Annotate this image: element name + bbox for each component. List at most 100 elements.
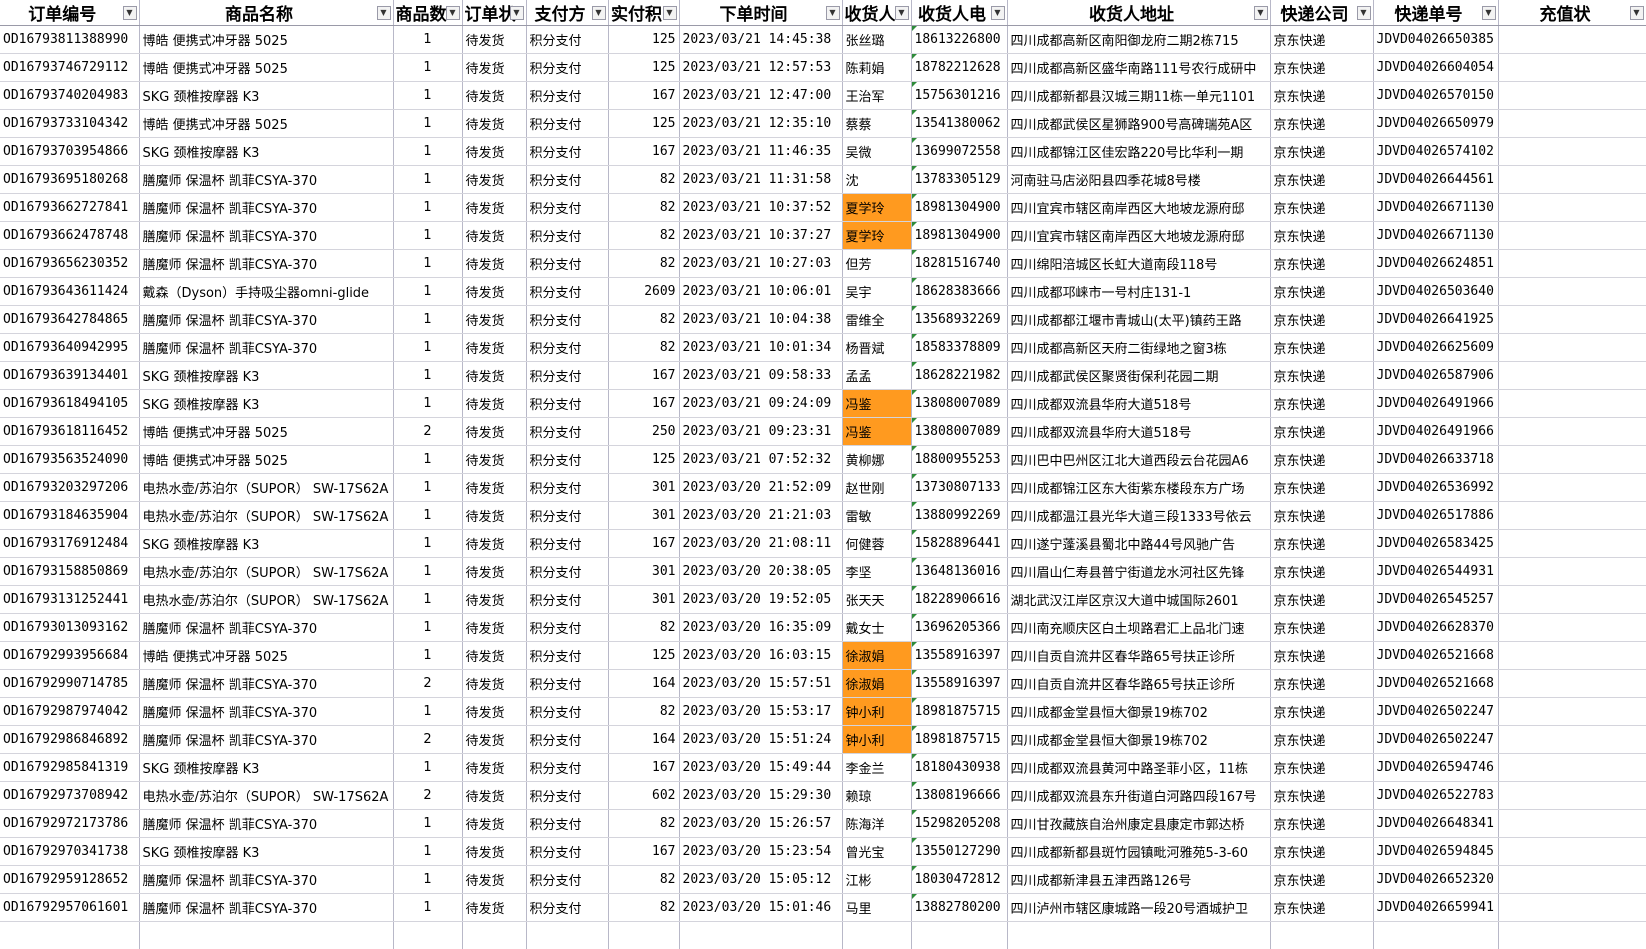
order-time-cell[interactable]: 2023/03/20 20:38:05 [679, 557, 843, 586]
points-paid-cell[interactable]: 82 [608, 249, 680, 278]
courier-cell[interactable]: 京东快递 [1270, 25, 1374, 54]
order-status-cell[interactable]: 待发货 [462, 669, 527, 698]
order-time-cell[interactable]: 2023/03/21 07:52:32 [679, 445, 843, 474]
order-id-cell[interactable]: OD16792993956684 [0, 641, 140, 670]
payment-method-cell[interactable]: 积分支付 [526, 109, 609, 138]
points-paid-cell[interactable]: 82 [608, 221, 680, 250]
recharge-status-cell[interactable] [1498, 669, 1646, 698]
courier-cell[interactable]: 京东快递 [1270, 753, 1374, 782]
empty-cell[interactable] [462, 921, 527, 949]
order-id-cell[interactable]: OD16792972173786 [0, 809, 140, 838]
recharge-status-cell[interactable] [1498, 305, 1646, 334]
recipient-name-cell[interactable]: 陈海洋 [842, 809, 912, 838]
points-paid-cell[interactable]: 82 [608, 165, 680, 194]
order-id-cell[interactable]: OD16793656230352 [0, 249, 140, 278]
recipient-name-cell[interactable]: 张丝璐 [842, 25, 912, 54]
recipient-name-cell[interactable]: 钟小利 [842, 697, 912, 726]
points-paid-cell[interactable]: 125 [608, 53, 680, 82]
recipient-address-cell[interactable]: 河南驻马店泌阳县四季花城8号楼 [1007, 165, 1271, 194]
product-name-cell[interactable]: 膳魔师 保温杯 凯菲CSYA-370 [139, 193, 394, 222]
quantity-cell[interactable]: 1 [393, 109, 463, 138]
tracking-number-cell[interactable]: JDVD04026628370 [1373, 613, 1499, 642]
payment-method-cell[interactable]: 积分支付 [526, 165, 609, 194]
payment-method-cell[interactable]: 积分支付 [526, 809, 609, 838]
recipient-address-cell[interactable]: 四川绵阳涪城区长虹大道南段118号 [1007, 249, 1271, 278]
recharge-status-cell[interactable] [1498, 725, 1646, 754]
payment-method-cell[interactable]: 积分支付 [526, 613, 609, 642]
points-paid-cell[interactable]: 82 [608, 697, 680, 726]
recipient-name-cell[interactable]: 夏学玲 [842, 193, 912, 222]
payment-method-cell[interactable]: 积分支付 [526, 305, 609, 334]
product-name-cell[interactable]: SKG 颈椎按摩器 K3 [139, 837, 394, 866]
recipient-phone-cell[interactable]: 18628383666 [911, 277, 1008, 306]
dropdown-arrow-icon[interactable]: ▼ [1356, 6, 1371, 20]
empty-cell[interactable] [1373, 921, 1499, 949]
order-id-cell[interactable]: OD16793733104342 [0, 109, 140, 138]
payment-method-cell[interactable]: 积分支付 [526, 53, 609, 82]
recipient-address-cell[interactable]: 四川甘孜藏族自治州康定县康定市郭达桥 [1007, 809, 1271, 838]
tracking-number-cell[interactable]: JDVD04026502247 [1373, 725, 1499, 754]
column-header[interactable]: 实付积 ▼ [608, 0, 680, 26]
order-status-cell[interactable]: 待发货 [462, 305, 527, 334]
order-time-cell[interactable]: 2023/03/21 11:31:58 [679, 165, 843, 194]
order-id-cell[interactable]: OD16793662478748 [0, 221, 140, 250]
quantity-cell[interactable]: 1 [393, 277, 463, 306]
recipient-name-cell[interactable]: 何健蓉 [842, 529, 912, 558]
recipient-address-cell[interactable]: 四川宜宾市辖区南岸西区大地坡龙源府邸 [1007, 221, 1271, 250]
product-name-cell[interactable]: 电热水壶/苏泊尔（SUPOR） SW-17S62A [139, 473, 394, 502]
quantity-cell[interactable]: 1 [393, 25, 463, 54]
product-name-cell[interactable]: 膳魔师 保温杯 凯菲CSYA-370 [139, 865, 394, 894]
payment-method-cell[interactable]: 积分支付 [526, 669, 609, 698]
courier-cell[interactable]: 京东快递 [1270, 697, 1374, 726]
order-id-cell[interactable]: OD16793131252441 [0, 585, 140, 614]
tracking-number-cell[interactable]: JDVD04026625609 [1373, 333, 1499, 362]
recipient-name-cell[interactable]: 赵世刚 [842, 473, 912, 502]
tracking-number-cell[interactable]: JDVD04026521668 [1373, 669, 1499, 698]
payment-method-cell[interactable]: 积分支付 [526, 557, 609, 586]
points-paid-cell[interactable]: 301 [608, 501, 680, 530]
order-id-cell[interactable]: OD16792957061601 [0, 893, 140, 922]
tracking-number-cell[interactable]: JDVD04026644561 [1373, 165, 1499, 194]
courier-cell[interactable]: 京东快递 [1270, 613, 1374, 642]
recipient-phone-cell[interactable]: 18613226800 [911, 25, 1008, 54]
recipient-phone-cell[interactable]: 18782212628 [911, 53, 1008, 82]
order-time-cell[interactable]: 2023/03/20 15:51:24 [679, 725, 843, 754]
courier-cell[interactable]: 京东快递 [1270, 221, 1374, 250]
courier-cell[interactable]: 京东快递 [1270, 417, 1374, 446]
recharge-status-cell[interactable] [1498, 53, 1646, 82]
product-name-cell[interactable]: SKG 颈椎按摩器 K3 [139, 529, 394, 558]
tracking-number-cell[interactable]: JDVD04026536992 [1373, 473, 1499, 502]
quantity-cell[interactable]: 1 [393, 389, 463, 418]
quantity-cell[interactable]: 1 [393, 53, 463, 82]
recharge-status-cell[interactable] [1498, 501, 1646, 530]
recipient-name-cell[interactable]: 马里 [842, 893, 912, 922]
quantity-cell[interactable]: 1 [393, 697, 463, 726]
quantity-cell[interactable]: 1 [393, 137, 463, 166]
points-paid-cell[interactable]: 82 [608, 193, 680, 222]
courier-cell[interactable]: 京东快递 [1270, 445, 1374, 474]
recharge-status-cell[interactable] [1498, 417, 1646, 446]
product-name-cell[interactable]: 电热水壶/苏泊尔（SUPOR） SW-17S62A [139, 557, 394, 586]
courier-cell[interactable]: 京东快递 [1270, 389, 1374, 418]
order-id-cell[interactable]: OD16793013093162 [0, 613, 140, 642]
payment-method-cell[interactable]: 积分支付 [526, 137, 609, 166]
order-status-cell[interactable]: 待发货 [462, 557, 527, 586]
empty-cell[interactable] [842, 921, 912, 949]
recipient-name-cell[interactable]: 徐淑娟 [842, 641, 912, 670]
recipient-phone-cell[interactable]: 13558916397 [911, 669, 1008, 698]
payment-method-cell[interactable]: 积分支付 [526, 893, 609, 922]
dropdown-arrow-icon[interactable]: ▼ [662, 6, 677, 20]
empty-cell[interactable] [679, 921, 843, 949]
quantity-cell[interactable]: 1 [393, 753, 463, 782]
points-paid-cell[interactable]: 82 [608, 613, 680, 642]
product-name-cell[interactable]: 膳魔师 保温杯 凯菲CSYA-370 [139, 305, 394, 334]
tracking-number-cell[interactable]: JDVD04026633718 [1373, 445, 1499, 474]
recharge-status-cell[interactable] [1498, 389, 1646, 418]
recipient-phone-cell[interactable]: 13696205366 [911, 613, 1008, 642]
quantity-cell[interactable]: 1 [393, 193, 463, 222]
order-status-cell[interactable]: 待发货 [462, 109, 527, 138]
product-name-cell[interactable]: 膳魔师 保温杯 凯菲CSYA-370 [139, 221, 394, 250]
recipient-name-cell[interactable]: 赖琼 [842, 781, 912, 810]
tracking-number-cell[interactable]: JDVD04026648341 [1373, 809, 1499, 838]
order-time-cell[interactable]: 2023/03/20 15:53:17 [679, 697, 843, 726]
